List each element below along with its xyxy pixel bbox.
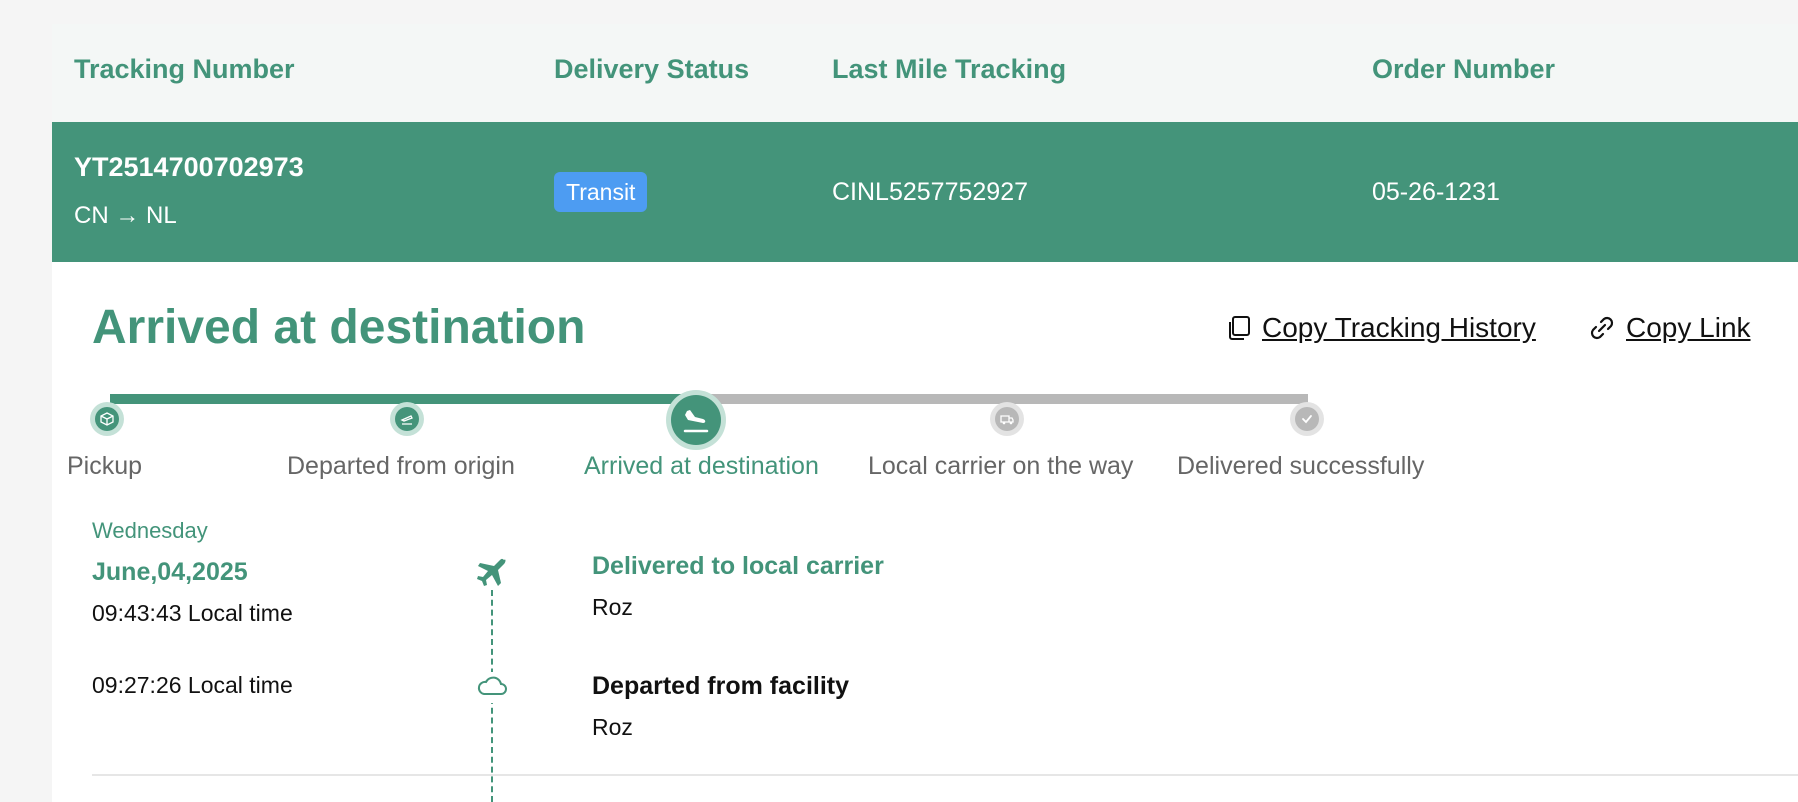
step-label-delivered: Delivered successfully <box>1177 452 1425 480</box>
event-title: Departed from facility <box>592 672 850 700</box>
package-icon <box>100 412 114 426</box>
tracking-number: YT2514700702973 <box>74 152 304 182</box>
header-delivery-status: Delivery Status <box>554 54 750 84</box>
step-node-departed <box>390 402 424 436</box>
step-label-departed: Departed from origin <box>287 452 515 480</box>
plane-departure-icon <box>400 415 413 425</box>
airplane-icon <box>476 556 508 593</box>
table-header: Tracking Number Delivery Status Last Mil… <box>52 24 1798 122</box>
truck-icon <box>1000 415 1014 425</box>
step-node-local-carrier <box>990 402 1024 436</box>
step-node-delivered <box>1290 402 1324 436</box>
copy-history-label: Copy Tracking History <box>1262 312 1536 343</box>
event-time: 09:43:43 Local time <box>92 600 293 626</box>
copy-history-button[interactable]: Copy Tracking History <box>1226 312 1536 344</box>
order-number: 05-26-1231 <box>1372 178 1500 206</box>
link-icon <box>1590 316 1614 340</box>
tracking-card: Tracking Number Delivery Status Last Mil… <box>52 24 1798 802</box>
step-label-arrived: Arrived at destination <box>584 452 819 480</box>
divider <box>92 774 1798 776</box>
timeline-date: June,04,2025 <box>92 558 248 586</box>
status-title: Arrived at destination <box>92 301 586 354</box>
copy-icon <box>1229 316 1250 340</box>
step-label-local-carrier: Local carrier on the way <box>868 452 1134 480</box>
header-order-number: Order Number <box>1372 54 1556 84</box>
header-last-mile: Last Mile Tracking <box>832 54 1067 84</box>
plane-arrival-icon <box>683 410 709 433</box>
step-label-pickup: Pickup <box>67 452 143 480</box>
timeline-day: Wednesday <box>92 518 208 543</box>
check-icon <box>1302 415 1312 424</box>
last-mile-number: CINL5257752927 <box>832 178 1028 206</box>
step-node-arrived <box>666 390 726 450</box>
header-tracking-number: Tracking Number <box>74 54 295 84</box>
cloud-icon <box>476 672 508 703</box>
copy-link-button[interactable]: Copy Link <box>1588 312 1751 344</box>
copy-link-label: Copy Link <box>1626 312 1751 343</box>
event-location: Roz <box>592 714 633 740</box>
event-time: 09:27:26 Local time <box>92 672 293 698</box>
table-row[interactable]: YT2514700702973 CN → NL Transit CINL5257… <box>52 122 1798 262</box>
event-title: Delivered to local carrier <box>592 552 884 580</box>
route: CN → NL <box>74 202 177 229</box>
step-node-pickup <box>90 402 124 436</box>
status-badge: Transit <box>554 172 648 212</box>
event-location: Roz <box>592 594 633 620</box>
